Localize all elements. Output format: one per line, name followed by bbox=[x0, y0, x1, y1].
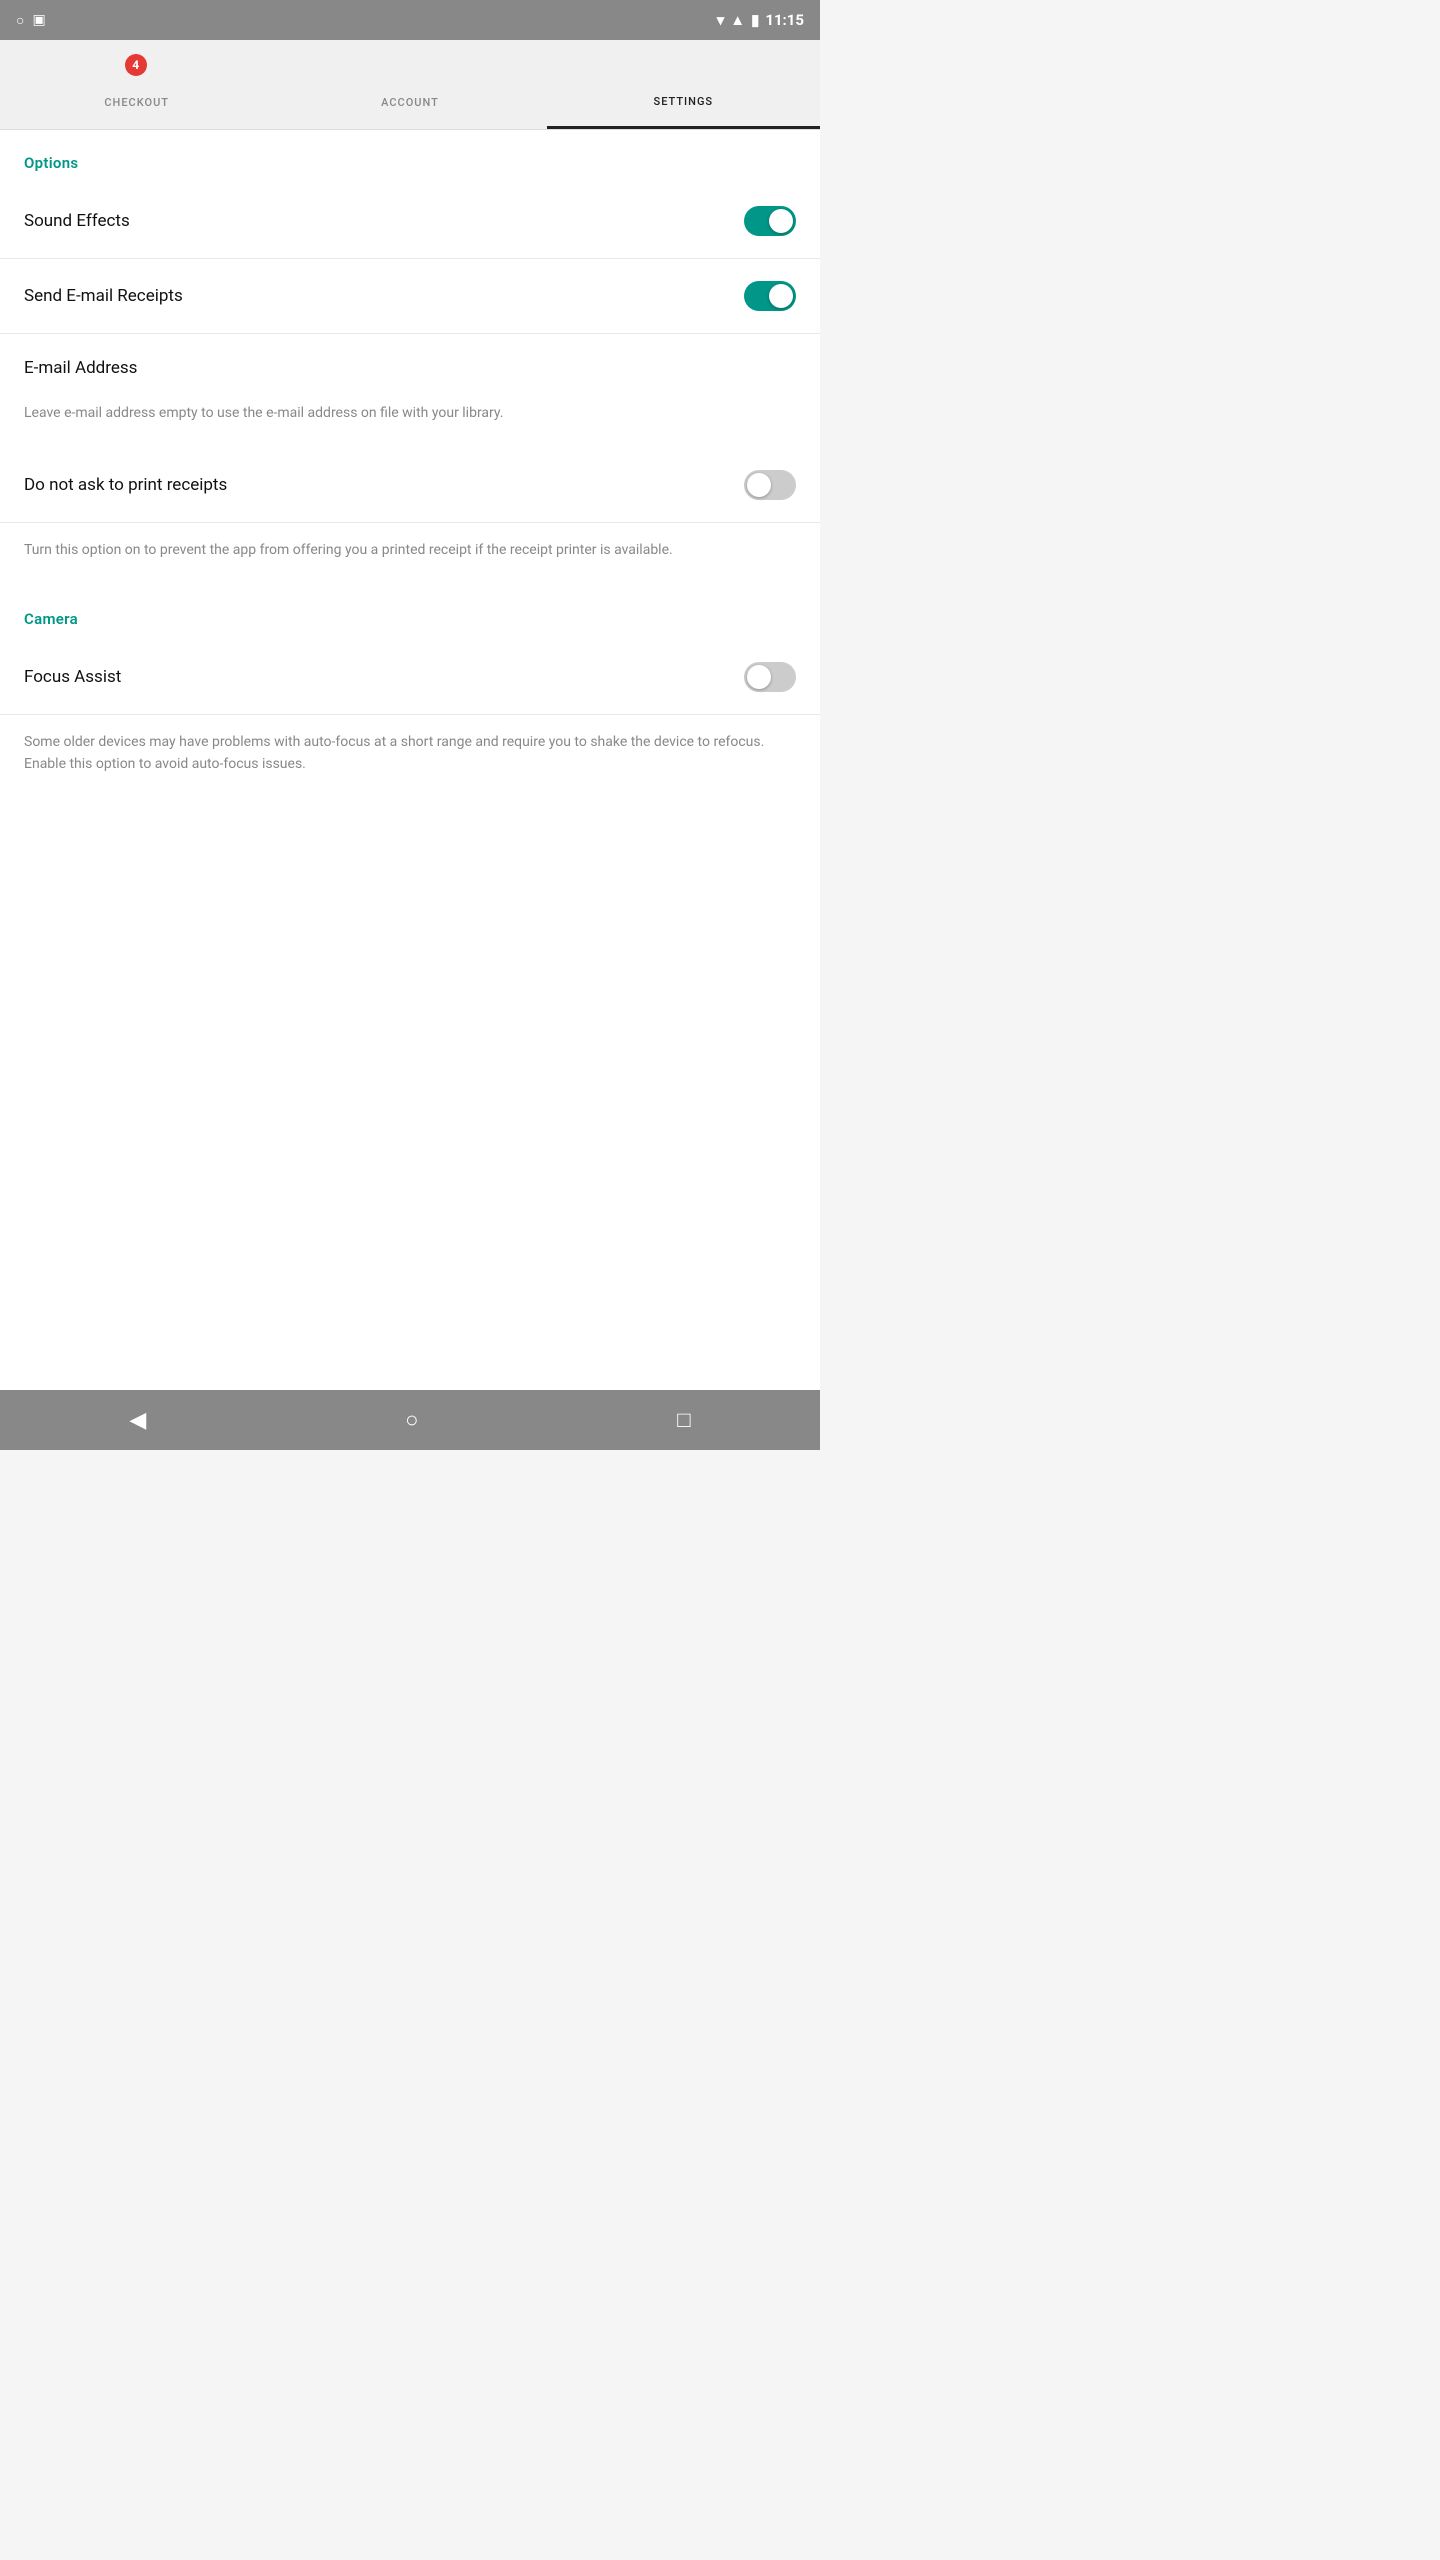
nav-tabs: 4 CHECKOUT ACCOUNT SETTINGS bbox=[0, 40, 820, 130]
send-email-label: Send E-mail Receipts bbox=[24, 286, 183, 306]
email-address-row: E-mail Address bbox=[0, 334, 820, 386]
sound-effects-knob bbox=[769, 209, 793, 233]
sim-icon: ▣ bbox=[32, 12, 45, 28]
options-header: Options bbox=[0, 130, 820, 184]
sound-effects-label: Sound Effects bbox=[24, 211, 130, 231]
setting-focus-assist: Focus Assist bbox=[0, 640, 820, 715]
tab-account[interactable]: ACCOUNT bbox=[273, 40, 546, 129]
checkout-badge: 4 bbox=[125, 54, 147, 76]
no-print-knob bbox=[747, 473, 771, 497]
wifi-icon: ▾ bbox=[717, 11, 725, 29]
tab-checkout-label: CHECKOUT bbox=[104, 96, 169, 109]
focus-assist-toggle[interactable] bbox=[744, 662, 796, 692]
setting-no-print: Do not ask to print receipts bbox=[0, 448, 820, 523]
main-content: Options Sound Effects Send E-mail Receip… bbox=[0, 130, 820, 1390]
no-print-description: Turn this option on to prevent the app f… bbox=[0, 523, 820, 585]
circle-icon: ○ bbox=[16, 12, 24, 29]
section-camera: Camera Focus Assist Some older devices m… bbox=[0, 586, 820, 800]
home-button[interactable]: ○ bbox=[385, 1397, 438, 1443]
signal-icon: ▲ bbox=[730, 11, 745, 29]
clock: 11:15 bbox=[765, 11, 804, 29]
status-bar: ○ ▣ ▾ ▲ ▮ 11:15 bbox=[0, 0, 820, 40]
tab-account-label: ACCOUNT bbox=[381, 96, 439, 109]
focus-assist-description: Some older devices may have problems wit… bbox=[0, 715, 820, 800]
tab-settings[interactable]: SETTINGS bbox=[547, 40, 820, 129]
recent-button[interactable]: □ bbox=[657, 1397, 710, 1443]
battery-icon: ▮ bbox=[751, 11, 759, 29]
email-address-description: Leave e-mail address empty to use the e-… bbox=[0, 386, 820, 448]
status-left-icons: ○ ▣ bbox=[16, 12, 46, 29]
status-right-icons: ▾ ▲ ▮ 11:15 bbox=[717, 11, 804, 29]
setting-send-email: Send E-mail Receipts bbox=[0, 259, 820, 334]
focus-assist-knob bbox=[747, 665, 771, 689]
send-email-toggle[interactable] bbox=[744, 281, 796, 311]
email-address-label: E-mail Address bbox=[24, 358, 796, 378]
sound-effects-toggle[interactable] bbox=[744, 206, 796, 236]
bottom-nav-bar: ◀ ○ □ bbox=[0, 1390, 820, 1450]
no-print-toggle[interactable] bbox=[744, 470, 796, 500]
tab-checkout[interactable]: 4 CHECKOUT bbox=[0, 40, 273, 129]
section-options: Options Sound Effects Send E-mail Receip… bbox=[0, 130, 820, 586]
camera-header: Camera bbox=[0, 586, 820, 640]
send-email-knob bbox=[769, 284, 793, 308]
tab-settings-label: SETTINGS bbox=[654, 95, 714, 108]
focus-assist-label: Focus Assist bbox=[24, 667, 121, 687]
back-button[interactable]: ◀ bbox=[109, 1398, 166, 1443]
no-print-label: Do not ask to print receipts bbox=[24, 475, 227, 495]
setting-sound-effects: Sound Effects bbox=[0, 184, 820, 259]
